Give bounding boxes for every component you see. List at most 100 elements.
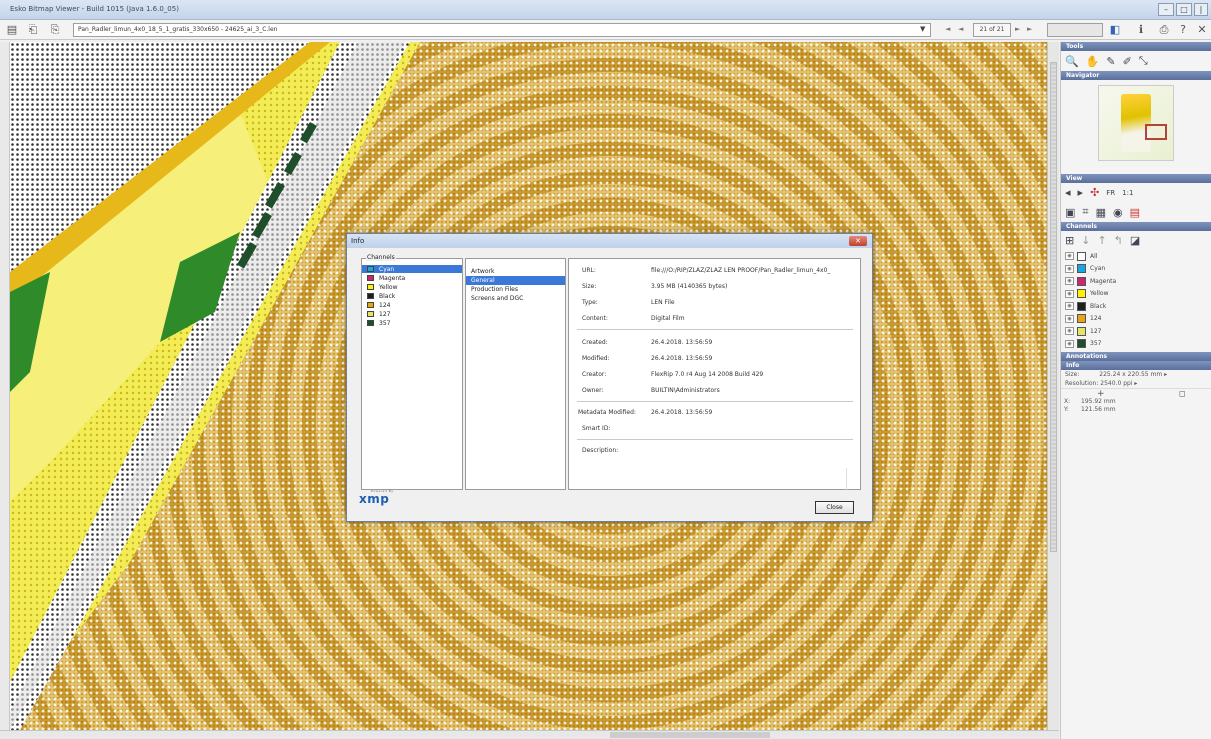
- separation-icon[interactable]: ◉: [1113, 206, 1123, 219]
- eye-icon[interactable]: ◉: [1065, 264, 1074, 273]
- back-icon[interactable]: ◂: [1065, 186, 1071, 199]
- channel-label: 124: [379, 301, 391, 309]
- measure-icon[interactable]: ⤡: [1139, 54, 1148, 68]
- dialog-channel-item[interactable]: 127: [362, 310, 462, 318]
- sidebar-toggle-icon[interactable]: ▤: [5, 23, 19, 37]
- one-to-one-icon[interactable]: 1:1: [1122, 189, 1133, 197]
- modified-value: 26.4.2018. 13:56:59: [651, 355, 713, 362]
- print-icon[interactable]: ⎙: [1157, 23, 1171, 37]
- crop-icon[interactable]: ⌗: [1082, 205, 1088, 219]
- dialog-close-icon[interactable]: ✕: [849, 236, 867, 246]
- channel-swatch: [367, 293, 374, 299]
- eye-icon[interactable]: ◉: [1065, 289, 1074, 298]
- y-value: 121.56 mm: [1081, 406, 1116, 413]
- category-item[interactable]: Production Files: [466, 285, 565, 294]
- layers-icon[interactable]: ◧: [1108, 23, 1122, 37]
- tools-header[interactable]: Tools: [1061, 42, 1211, 51]
- channel-label: Black: [379, 292, 396, 300]
- dialog-channel-item[interactable]: Magenta: [362, 274, 462, 282]
- minimize-button[interactable]: –: [1158, 3, 1174, 16]
- dialog-channel-item[interactable]: Cyan: [362, 265, 462, 273]
- pen-tool-icon[interactable]: ✎: [1106, 55, 1115, 68]
- chevron-down-icon[interactable]: ▼: [920, 25, 925, 33]
- view-header[interactable]: View: [1061, 174, 1211, 183]
- eye-icon[interactable]: ◉: [1065, 252, 1074, 261]
- last-page-icon[interactable]: ►: [1027, 25, 1032, 33]
- arrow-down-icon[interactable]: ↓: [1081, 234, 1090, 247]
- eye-icon[interactable]: ◉: [1065, 277, 1074, 286]
- channel-row[interactable]: ◉ Cyan: [1061, 263, 1211, 276]
- info-dialog: Info ✕ Channels Cyan Magenta Yellow Black 12…: [346, 233, 873, 522]
- channels-legend: Channels: [366, 254, 396, 261]
- frame-icon[interactable]: ▣: [1065, 206, 1075, 219]
- channel-row[interactable]: ◉ Black: [1061, 300, 1211, 313]
- close-button[interactable]: Close: [815, 501, 854, 514]
- x-label: X:: [1064, 398, 1071, 405]
- vertical-scrollbar[interactable]: [1047, 42, 1059, 730]
- annotations-header[interactable]: Annotations: [1061, 352, 1211, 361]
- size-label: Size:: [582, 283, 597, 290]
- arrow-up-icon[interactable]: ↑: [1097, 234, 1106, 247]
- channels-header[interactable]: Channels: [1061, 222, 1211, 231]
- folder-icon[interactable]: ⎘: [48, 23, 62, 37]
- grid-icon[interactable]: ▦: [1096, 206, 1106, 219]
- size-info: Size: 225.24 x 220.55 mm ▸: [1065, 371, 1168, 378]
- description-scrollbar[interactable]: [846, 468, 853, 490]
- category-item[interactable]: Artwork: [466, 267, 565, 276]
- navigator-header[interactable]: Navigator: [1061, 71, 1211, 80]
- channel-swatch: [367, 275, 374, 281]
- channel-row[interactable]: ◉ 127: [1061, 325, 1211, 338]
- eye-icon[interactable]: ◉: [1065, 339, 1074, 348]
- open-file-icon[interactable]: ⎗: [26, 23, 40, 37]
- cursor-info: + ◻ X: 195.92 mm Y: 121.56 mm: [1061, 388, 1211, 416]
- category-item[interactable]: General: [466, 276, 565, 285]
- prev-page-icon[interactable]: ◄: [958, 25, 963, 33]
- vertical-scroll-thumb[interactable]: [1050, 62, 1057, 552]
- channel-swatch: [367, 311, 374, 317]
- hand-tool-icon[interactable]: ✋: [1086, 55, 1100, 68]
- eyedropper-icon[interactable]: ✐: [1123, 55, 1132, 68]
- channel-row[interactable]: ◉ Magenta: [1061, 275, 1211, 288]
- horizontal-scrollbar[interactable]: [0, 730, 1059, 739]
- viewport-rectangle[interactable]: [1145, 124, 1167, 140]
- file-selector[interactable]: Pan_Radler_limun_4x0_18_5_1_gratis_330x6…: [73, 23, 931, 37]
- content-value: Digital Film: [651, 315, 685, 322]
- view-row-1: ◂ ▸ ✣ FR 1:1: [1061, 183, 1211, 202]
- zoom-field[interactable]: [1047, 23, 1103, 37]
- overlay-icon[interactable]: ▤: [1130, 206, 1140, 219]
- right-panel: Tools 🔍 ✋ ✎ ✐ ⤡ Navigator View ◂ ▸ ✣ FR …: [1060, 42, 1211, 739]
- first-page-icon[interactable]: ◄: [945, 25, 950, 33]
- info-icon[interactable]: ℹ: [1134, 23, 1148, 37]
- forward-icon[interactable]: ▸: [1078, 186, 1084, 199]
- undo-icon[interactable]: ↰: [1114, 234, 1123, 247]
- category-item[interactable]: Screens and DGC: [466, 294, 565, 303]
- eye-icon[interactable]: ◉: [1065, 327, 1074, 336]
- horizontal-scroll-thumb[interactable]: [610, 732, 770, 738]
- navigator-thumbnail[interactable]: [1098, 85, 1174, 161]
- contrast-icon[interactable]: ◪: [1130, 234, 1140, 247]
- dialog-channel-item[interactable]: Black: [362, 292, 462, 300]
- table-icon[interactable]: ⊞: [1065, 234, 1074, 247]
- close-window-button[interactable]: |: [1194, 3, 1208, 16]
- eye-icon[interactable]: ◉: [1065, 314, 1074, 323]
- channel-row[interactable]: ◉ 357: [1061, 338, 1211, 351]
- eye-icon[interactable]: ◉: [1065, 302, 1074, 311]
- dialog-channel-item[interactable]: 124: [362, 301, 462, 309]
- channel-row[interactable]: ◉ Yellow: [1061, 288, 1211, 301]
- help-icon[interactable]: ?: [1176, 23, 1190, 37]
- channel-row[interactable]: ◉ 124: [1061, 313, 1211, 326]
- channel-swatch: [1077, 251, 1086, 261]
- size-label: Size:: [1065, 371, 1080, 378]
- page-indicator[interactable]: 21 of 21: [973, 23, 1011, 37]
- close-icon[interactable]: ✕: [1195, 23, 1209, 37]
- registration-icon[interactable]: ✣: [1090, 186, 1099, 199]
- channel-row[interactable]: ◉ All: [1061, 250, 1211, 263]
- zoom-tool-icon[interactable]: 🔍: [1065, 55, 1079, 68]
- dialog-channel-item[interactable]: 357: [362, 319, 462, 327]
- fit-icon[interactable]: FR: [1106, 189, 1115, 197]
- xmp-logo: Powered By xmp: [359, 489, 393, 506]
- dialog-channel-item[interactable]: Yellow: [362, 283, 462, 291]
- maximize-button[interactable]: □: [1176, 3, 1192, 16]
- next-page-icon[interactable]: ►: [1015, 25, 1020, 33]
- info-header[interactable]: Info: [1061, 361, 1211, 370]
